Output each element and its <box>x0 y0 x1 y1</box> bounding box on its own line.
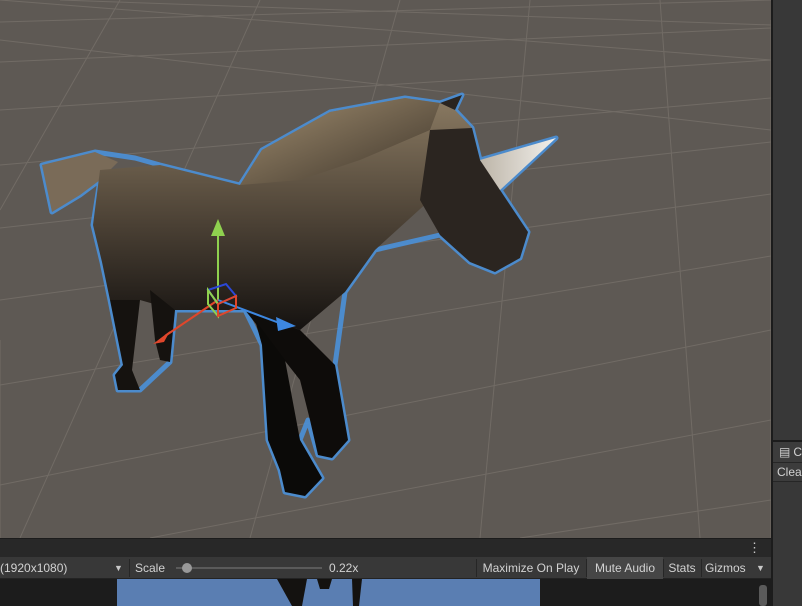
scale-slider-track[interactable] <box>176 567 322 569</box>
console-panel: ▤ C Clea <box>773 442 802 606</box>
game-view-toolbar: (1920x1080) ▼ Scale 0.22x Maximize On Pl… <box>0 557 771 579</box>
mute-audio-button[interactable]: Mute Audio <box>587 557 663 579</box>
resolution-label: (1920x1080) <box>0 561 68 575</box>
console-tab-label: C <box>793 445 802 459</box>
console-icon: ▤ <box>779 445 791 459</box>
game-view-tab-bar: ⋮ <box>0 538 771 557</box>
resolution-dropdown[interactable]: (1920x1080) ▼ <box>0 557 128 579</box>
stats-button[interactable]: Stats <box>663 557 701 579</box>
dropdown-arrow-icon: ▼ <box>756 563 765 573</box>
scale-label: Scale <box>135 561 166 575</box>
unicorn-model[interactable] <box>39 92 559 499</box>
gizmos-dropdown[interactable]: Gizmos ▼ <box>703 557 771 579</box>
toolbar-divider <box>129 559 130 577</box>
more-options-icon[interactable]: ⋮ <box>748 541 761 555</box>
scene-view[interactable] <box>0 0 771 538</box>
vertical-scrollbar[interactable] <box>759 585 767 606</box>
console-toolbar: Clea <box>773 462 802 482</box>
gizmos-label: Gizmos <box>705 561 746 575</box>
console-tab[interactable]: ▤ C <box>773 442 802 462</box>
maximize-on-play-button[interactable]: Maximize On Play <box>477 557 585 579</box>
scale-value: 0.22x <box>329 561 359 575</box>
clear-button[interactable]: Clea <box>777 465 802 479</box>
scene-viewport[interactable] <box>0 0 771 538</box>
inspector-panel <box>773 0 802 440</box>
game-view[interactable] <box>0 579 771 606</box>
scale-slider-thumb[interactable] <box>181 563 192 573</box>
toolbar-divider <box>701 559 702 577</box>
unicorn-preview <box>277 579 362 606</box>
dropdown-arrow-icon: ▼ <box>114 563 123 573</box>
